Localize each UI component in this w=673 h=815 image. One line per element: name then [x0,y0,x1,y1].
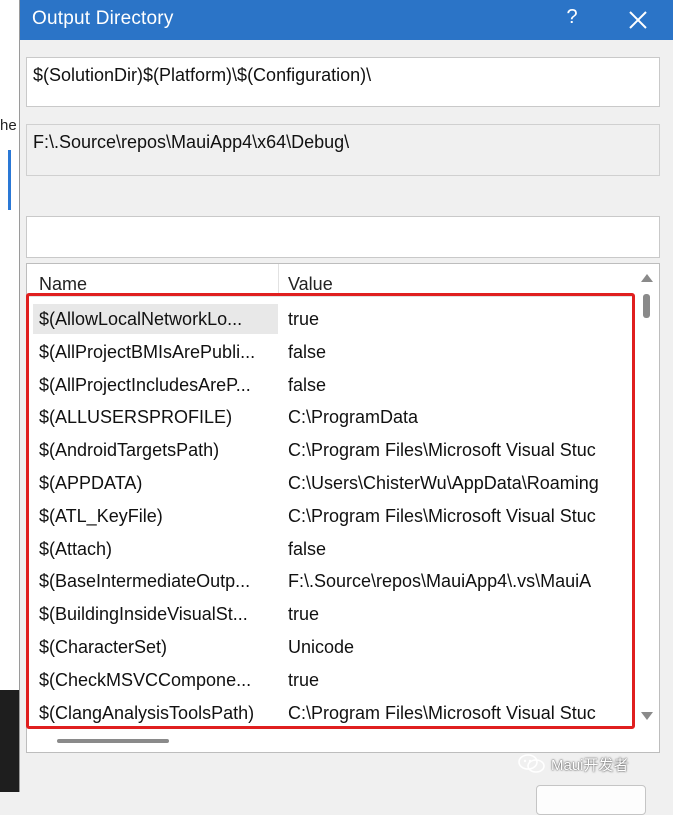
macro-name: $(ATL_KeyFile) [39,505,163,526]
macro-value: C:\Program Files\Microsoft Visual Stuc [288,505,596,526]
macro-name: $(Attach) [39,538,113,559]
evaluated-value-field: F:\.Source\repos\MauiApp4\x64\Debug\ [26,124,660,176]
macro-name: $(APPDATA) [39,472,143,493]
column-header-name[interactable]: Name [39,274,87,295]
macro-name: $(ALLUSERSPROFILE) [39,407,233,428]
horizontal-scroll-thumb[interactable] [57,739,169,743]
close-icon [629,11,647,29]
macro-row[interactable]: $(AllowLocalNetworkLo... true [27,304,635,337]
help-button[interactable]: ? [560,6,584,34]
macro-row[interactable]: $(ATL_KeyFile) C:\Program Files\Microsof… [27,501,635,534]
scroll-down-icon[interactable] [641,712,653,720]
macro-value: C:\Program Files\Microsoft Visual Stuc [288,440,596,461]
macro-name: $(AndroidTargetsPath) [39,440,220,461]
macro-name: $(AllProjectBMIsArePubli... [39,341,256,362]
macro-row[interactable]: $(AndroidTargetsPath) C:\Program Files\M… [27,435,635,468]
macro-value: true [288,309,320,329]
scroll-up-icon[interactable] [641,274,653,282]
macro-row[interactable]: $(AllProjectIncludesAreP... false [27,370,635,403]
macro-value: false [288,538,327,559]
title-bar[interactable]: Output Directory ? [20,0,673,40]
macro-row[interactable]: $(ALLUSERSPROFILE) C:\ProgramData [27,402,635,435]
background-text-fragment: he [0,117,17,134]
macro-name: $(CheckMSVCCompone... [39,669,252,690]
macro-list-header: Name Value [27,264,635,297]
ok-button[interactable] [536,785,646,815]
macro-row[interactable]: $(ClangAnalysisToolsPath) C:\Program Fil… [27,698,635,731]
macro-row[interactable]: $(Attach) false [27,534,635,567]
close-button[interactable] [624,6,652,34]
macro-name: $(AllowLocalNetworkLo... [33,304,278,334]
background-window: he [0,0,20,792]
macro-name: $(ClangAnalysisToolsPath) [39,702,255,723]
column-header-value[interactable]: Value [288,274,333,295]
macro-list[interactable]: Name Value $(AllowLocalNetworkLo... true… [26,263,660,753]
macro-rows: $(AllowLocalNetworkLo... true $(AllProje… [27,304,635,730]
macro-value: false [288,341,327,362]
vertical-scroll-thumb[interactable] [643,294,650,318]
macro-value: C:\Users\ChisterWu\AppData\Roaming [288,472,599,493]
macro-name: $(BuildingInsideVisualSt... [39,604,248,625]
macro-value: C:\ProgramData [288,407,419,428]
macro-row[interactable]: $(AllProjectBMIsArePubli... false [27,337,635,370]
macro-name: $(AllProjectIncludesAreP... [39,374,251,395]
macro-value: true [288,669,320,690]
macro-value: Unicode [288,636,355,657]
macro-row[interactable]: $(BuildingInsideVisualSt... true [27,599,635,632]
macro-value: true [288,604,320,625]
macro-filter-input[interactable] [26,216,660,258]
output-directory-edit-field[interactable]: $(SolutionDir)$(Platform)\$(Configuratio… [26,57,660,107]
background-dark-strip [0,690,20,792]
background-accent-line [8,150,11,210]
macro-row[interactable]: $(CheckMSVCCompone... true [27,665,635,698]
macro-name: $(BaseIntermediateOutp... [39,571,251,592]
macro-name: $(CharacterSet) [39,636,168,657]
vertical-scrollbar[interactable] [635,264,659,752]
macro-row[interactable]: $(APPDATA) C:\Users\ChisterWu\AppData\Ro… [27,468,635,501]
column-divider[interactable] [278,264,279,296]
macro-row[interactable]: $(BaseIntermediateOutp... F:\.Source\rep… [27,566,635,599]
dialog-title: Output Directory [32,8,174,29]
macro-value: F:\.Source\repos\MauiApp4\.vs\MauiA [288,571,592,592]
macro-row[interactable]: $(CharacterSet) Unicode [27,632,635,665]
macro-value: false [288,374,327,395]
macro-value: C:\Program Files\Microsoft Visual Stuc [288,702,596,723]
output-directory-dialog: Output Directory ? $(SolutionDir)$(Platf… [19,0,673,815]
